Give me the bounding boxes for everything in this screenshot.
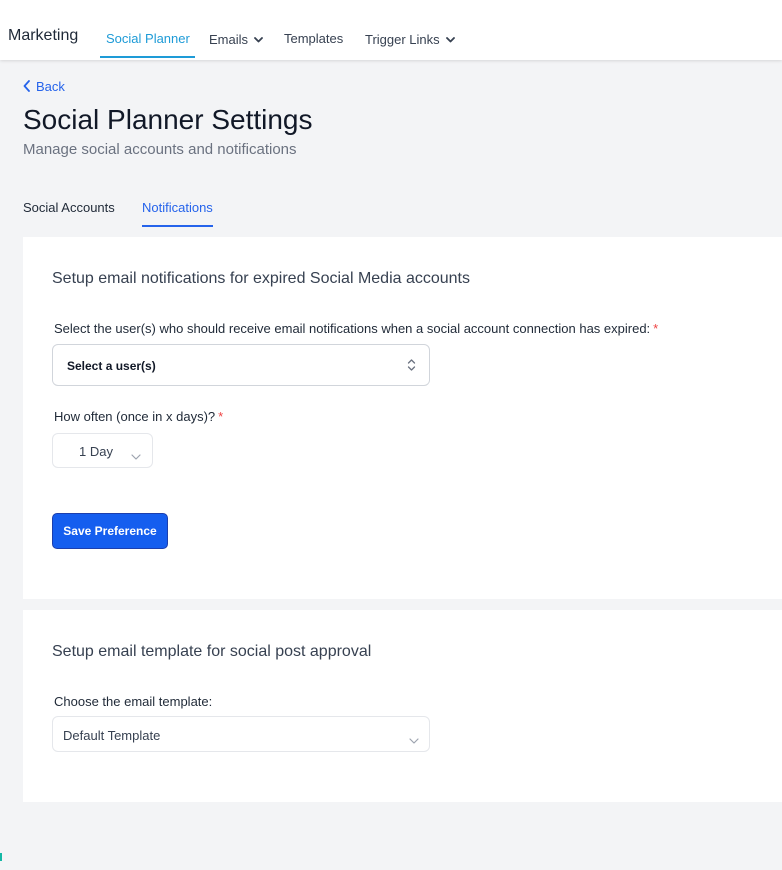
nav-active-indicator (100, 56, 195, 58)
tab-label: Social Accounts (23, 200, 115, 215)
tab-label: Notifications (142, 200, 213, 215)
app-brand-title: Marketing (8, 27, 79, 44)
users-select-placeholder: Select a user(s) (67, 359, 156, 373)
template-select-value: Default Template (63, 728, 161, 743)
required-marker: * (653, 321, 659, 336)
top-navigation-bar: Marketing Social Planner Emails Template… (0, 0, 782, 60)
chevron-down-icon (131, 447, 141, 465)
frequency-select-value: 1 Day (79, 444, 113, 459)
users-select[interactable]: Select a user(s) (52, 344, 430, 386)
frequency-label-text: How often (once in x days)? (54, 409, 216, 424)
back-label: Back (36, 79, 65, 94)
chevron-down-icon (445, 31, 455, 47)
page-subtitle: Manage social accounts and notifications (23, 141, 297, 158)
nav-item-emails[interactable]: Emails (209, 31, 263, 48)
nav-item-label: Emails (209, 32, 249, 47)
tab-notifications[interactable]: Notifications (142, 200, 213, 216)
expired-accounts-notification-card: Setup email notifications for expired So… (23, 237, 782, 599)
template-select[interactable]: Default Template (52, 716, 430, 752)
up-down-chevron-icon (407, 358, 416, 377)
nav-item-label: Social Planner (106, 31, 190, 46)
post-approval-template-card: Setup email template for social post app… (23, 610, 782, 802)
save-preference-button[interactable]: Save Preference (52, 513, 168, 549)
users-field-label: Select the user(s) who should receive em… (54, 321, 658, 337)
chevron-down-icon (254, 31, 263, 47)
required-marker: * (218, 409, 224, 424)
frequency-select[interactable]: 1 Day (52, 433, 153, 468)
nav-item-label: Trigger Links (365, 32, 440, 47)
tab-social-accounts[interactable]: Social Accounts (23, 200, 115, 216)
chevron-left-icon (23, 79, 36, 94)
frequency-field-label: How often (once in x days)? * (54, 409, 223, 425)
chevron-down-icon (409, 731, 419, 749)
expired-section-title: Setup email notifications for expired So… (52, 270, 470, 287)
nav-item-social-planner[interactable]: Social Planner (106, 31, 190, 47)
page-title: Social Planner Settings (23, 104, 313, 135)
approval-section-title: Setup email template for social post app… (52, 643, 372, 660)
back-link[interactable]: Back (23, 79, 65, 95)
template-field-label: Choose the email template: (54, 694, 213, 709)
nav-item-templates[interactable]: Templates (284, 31, 343, 47)
edge-indicator (0, 853, 2, 861)
users-label-text: Select the user(s) who should receive em… (54, 321, 651, 336)
nav-item-label: Templates (284, 31, 344, 46)
nav-item-trigger-links[interactable]: Trigger Links (365, 31, 455, 48)
tab-active-indicator (142, 225, 213, 227)
